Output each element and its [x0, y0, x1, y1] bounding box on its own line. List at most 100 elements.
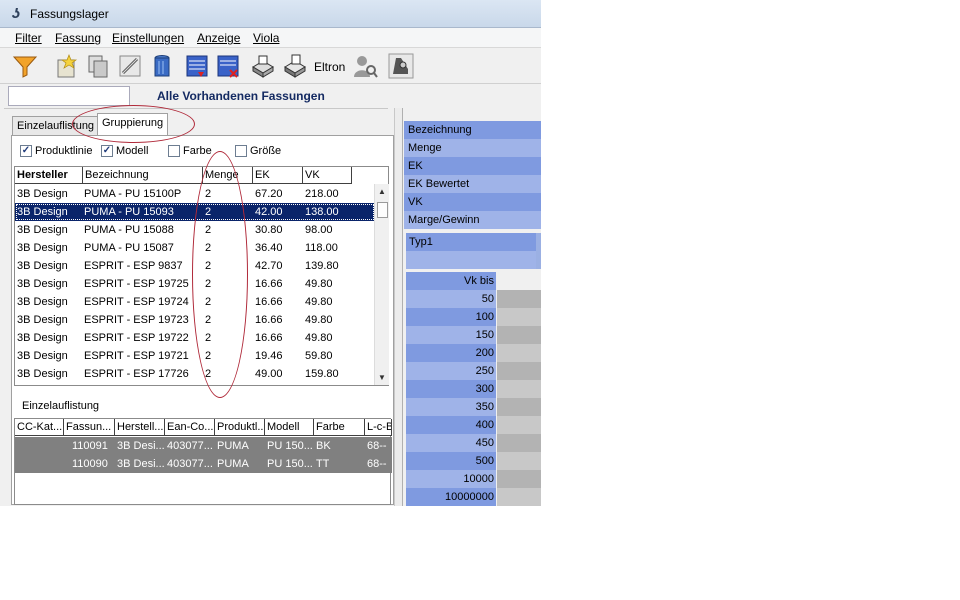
column-header-hersteller[interactable]: Hersteller	[15, 167, 83, 184]
menu-anzeige[interactable]: Anzeige	[197, 31, 240, 45]
person-search-icon[interactable]	[350, 51, 380, 81]
print-alt-icon[interactable]	[280, 51, 310, 81]
column-header-vk[interactable]: VK	[303, 167, 352, 184]
vk-bis-value[interactable]: 250	[406, 362, 496, 380]
funnel-icon[interactable]	[10, 51, 40, 81]
table-row[interactable]: 110091 3B Desi... 403077... PUMA PU 150... BK…	[15, 437, 392, 455]
checkbox-produktlinie[interactable]: ✓ Produktlinie	[20, 145, 92, 157]
vk-bis-value[interactable]: 100	[406, 308, 496, 326]
table-row[interactable]: 3B Design ESPRIT - ESP 19722 2 16.66 49.80	[15, 329, 375, 347]
vk-bis-value[interactable]: 10000000	[406, 488, 496, 506]
vk-bis-value[interactable]: 10000	[406, 470, 496, 488]
table-cell: ESPRIT - ESP 19724	[84, 296, 189, 308]
table-row[interactable]: 3B Design PUMA - PU 15088 2 30.80 98.00	[15, 221, 375, 239]
vk-bis-cell[interactable]	[497, 362, 541, 380]
vk-bis-cell[interactable]	[497, 452, 541, 470]
table-cell: PU 150...	[267, 458, 313, 470]
table-row[interactable]: 3B Design ESPRIT - ESP 9837 2 42.70 139.80	[15, 257, 375, 275]
table-row[interactable]: 3B Design ESPRIT - ESP 19724 2 16.66 49.80	[15, 293, 375, 311]
table-cell: 403077...	[167, 458, 213, 470]
table-row[interactable]: 3B Design ESPRIT - ESP 19723 2 16.66 49.80	[15, 311, 375, 329]
column-header[interactable]: Farbe	[314, 419, 365, 436]
vk-bis-value[interactable]: 350	[406, 398, 496, 416]
vk-bis-cell[interactable]	[497, 434, 541, 452]
vertical-scrollbar[interactable]: ▲ ▼	[374, 184, 389, 385]
table-cell: TT	[316, 458, 330, 470]
label-printer-icon[interactable]	[386, 51, 416, 81]
menu-fassung[interactable]: Fassung	[55, 31, 101, 45]
table-cell: 19.46	[255, 350, 283, 362]
list-delete-icon[interactable]	[213, 51, 243, 81]
splitter[interactable]	[394, 108, 402, 506]
vk-bis-cell[interactable]	[497, 344, 541, 362]
table-row[interactable]: 3B Design PUMA - PU 15093 2 42.00 138.00	[15, 203, 375, 221]
column-header-menge[interactable]: Menge	[203, 167, 253, 184]
new-star-icon[interactable]	[51, 51, 81, 81]
tab-einzelauflistung[interactable]: Einzelauflistung	[12, 116, 100, 136]
vk-bis-cell[interactable]	[497, 470, 541, 488]
vk-bis-cell[interactable]	[497, 398, 541, 416]
checkbox-box[interactable]	[235, 145, 247, 157]
vk-bis-value[interactable]: 200	[406, 344, 496, 362]
tab-gruppierung[interactable]: Gruppierung	[97, 113, 169, 136]
column-header[interactable]: L-c-B	[365, 419, 392, 436]
column-header[interactable]: Produktl...	[215, 419, 265, 436]
column-header[interactable]: Ean-Co...	[165, 419, 215, 436]
menu-filter[interactable]: Filter	[15, 31, 42, 45]
copy-icon[interactable]	[83, 51, 113, 81]
application-window: ʖ Fassungslager Filter Fassung Einstellu…	[0, 0, 541, 506]
title-bar: ʖ Fassungslager	[0, 0, 541, 28]
table-cell: ESPRIT - ESP 19721	[84, 350, 189, 362]
vk-bis-value[interactable]: 500	[406, 452, 496, 470]
column-header[interactable]: Fassun...	[64, 419, 115, 436]
table-row[interactable]: 3B Design PUMA - PU 15100P 2 67.20 218.00	[15, 185, 375, 203]
menu-viola[interactable]: Viola	[253, 31, 279, 45]
table-cell: 68--	[367, 440, 387, 452]
table-cell: 98.00	[305, 224, 333, 236]
table-cell: 16.66	[255, 332, 283, 344]
vk-bis-value[interactable]: 400	[406, 416, 496, 434]
table-cell: 42.70	[255, 260, 283, 272]
vk-bis-cell[interactable]	[497, 308, 541, 326]
typ-row[interactable]	[406, 251, 536, 269]
search-input[interactable]	[8, 86, 130, 106]
typ-row[interactable]: Typ1	[406, 233, 536, 251]
vk-bis-value[interactable]: 150	[406, 326, 496, 344]
vk-bis-cell[interactable]	[497, 416, 541, 434]
checkbox-groesse[interactable]: Größe	[235, 145, 281, 157]
vk-bis-value[interactable]: 300	[406, 380, 496, 398]
table-cell: 3B Design	[17, 224, 68, 236]
vk-bis-value[interactable]: 50	[406, 290, 496, 308]
column-header-bezeichnung[interactable]: Bezeichnung	[83, 167, 203, 184]
vk-bis-cell[interactable]	[497, 326, 541, 344]
scroll-down-icon[interactable]: ▼	[378, 373, 386, 382]
table-row[interactable]: 3B Design ESPRIT - ESP 17726 2 49.00 159.80	[15, 365, 375, 383]
column-header[interactable]: Herstell...	[115, 419, 165, 436]
list-icon[interactable]	[182, 51, 212, 81]
scroll-thumb[interactable]	[377, 202, 388, 218]
eltron-label[interactable]: Eltron	[314, 60, 345, 74]
edit-pencil-icon[interactable]	[115, 51, 145, 81]
checkbox-box[interactable]: ✓	[101, 145, 113, 157]
checkbox-modell[interactable]: ✓ Modell	[101, 145, 148, 157]
checkbox-box[interactable]	[168, 145, 180, 157]
print-icon[interactable]	[248, 51, 278, 81]
column-header[interactable]: CC-Kat...	[15, 419, 64, 436]
table-row[interactable]: 3B Design PUMA - PU 15087 2 36.40 118.00	[15, 239, 375, 257]
summary-field: Marge/Gewinn	[404, 211, 541, 229]
vk-bis-value[interactable]: 450	[406, 434, 496, 452]
table-row[interactable]: 3B Design ESPRIT - ESP 19725 2 16.66 49.80	[15, 275, 375, 293]
table-cell: 49.80	[305, 314, 333, 326]
scroll-up-icon[interactable]: ▲	[378, 187, 386, 196]
checkbox-box[interactable]: ✓	[20, 145, 32, 157]
menu-einstellungen[interactable]: Einstellungen	[112, 31, 184, 45]
checkbox-farbe[interactable]: Farbe	[168, 145, 212, 157]
vk-bis-cell[interactable]	[497, 488, 541, 506]
column-header-ek[interactable]: EK	[253, 167, 303, 184]
trash-bin-icon[interactable]	[147, 51, 177, 81]
column-header[interactable]: Modell	[265, 419, 314, 436]
table-row[interactable]: 110090 3B Desi... 403077... PUMA PU 150... TT…	[15, 455, 392, 473]
vk-bis-cell[interactable]	[497, 380, 541, 398]
vk-bis-cell[interactable]	[497, 290, 541, 308]
table-row[interactable]: 3B Design ESPRIT - ESP 19721 2 19.46 59.80	[15, 347, 375, 365]
